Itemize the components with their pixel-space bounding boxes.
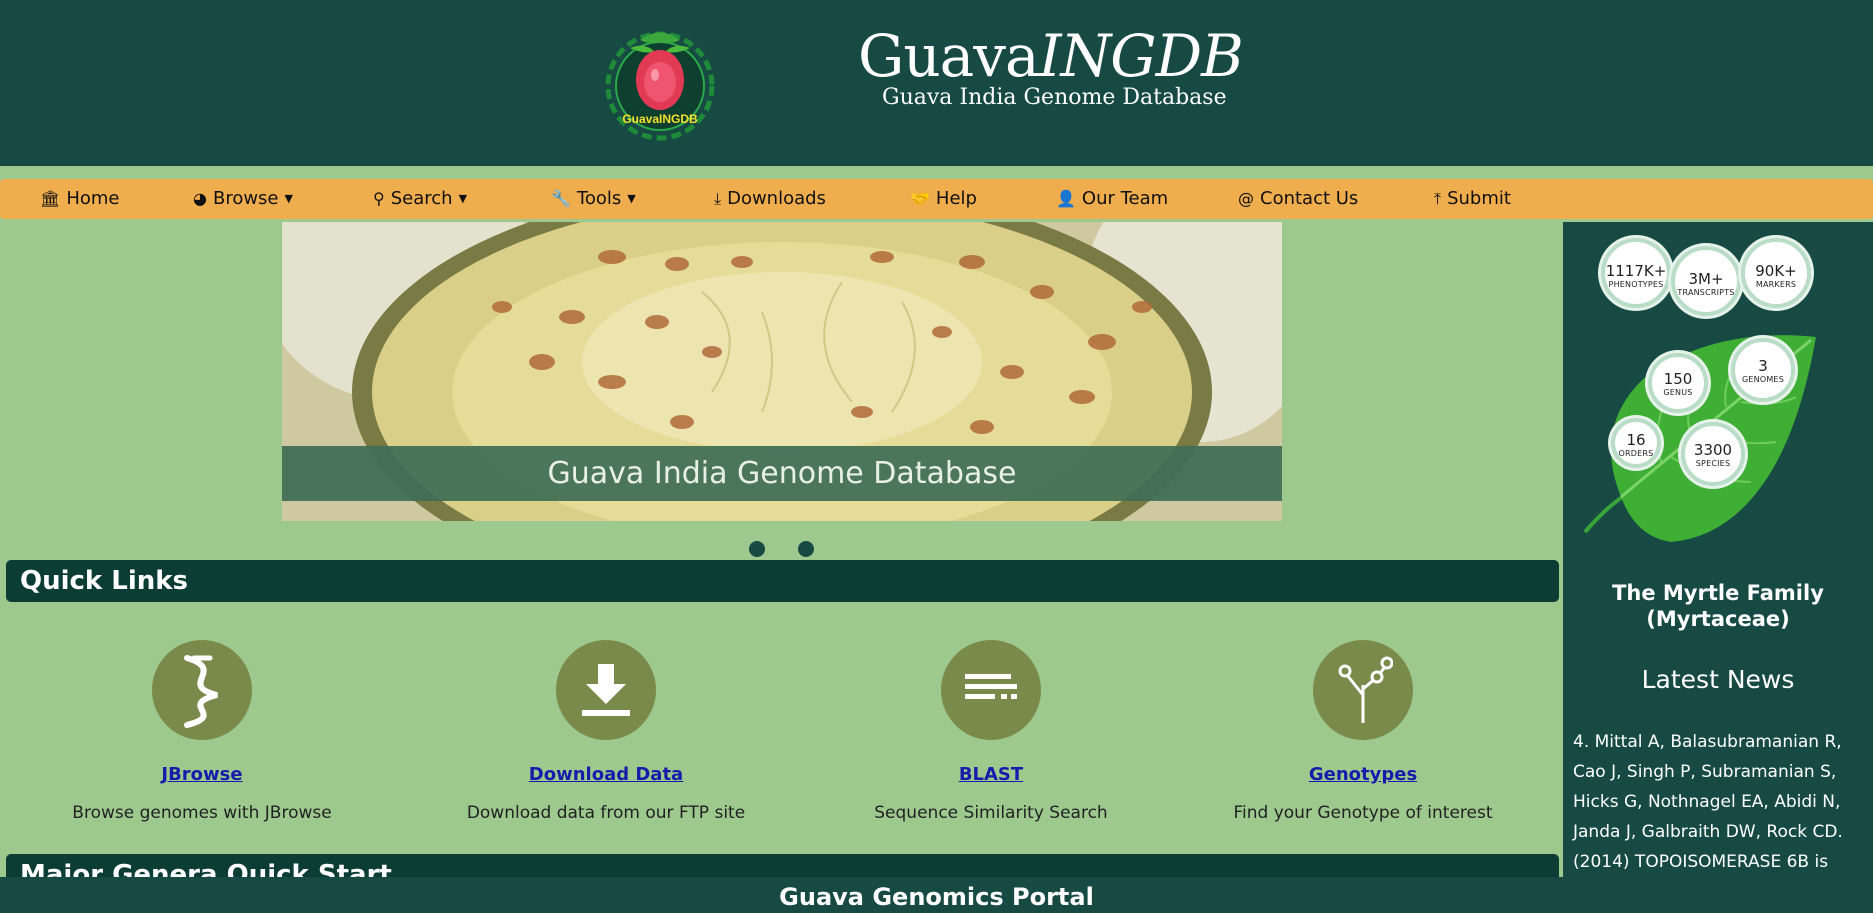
logo-text: GuavaINGDB xyxy=(622,112,698,126)
nav-browse-label: Browse xyxy=(212,188,279,209)
download-data-link[interactable]: Download Data xyxy=(456,764,756,785)
genotypes-link[interactable]: Genotypes xyxy=(1213,764,1513,785)
stat-species: 3300 SPECIES xyxy=(1681,422,1745,486)
stat-transcripts: 3M+ TRANSCRIPTS xyxy=(1671,246,1741,316)
bank-icon: 🏛 xyxy=(40,189,61,208)
carousel-indicator-1[interactable] xyxy=(749,541,765,557)
site-title-plain: Guava xyxy=(858,22,1040,90)
stat-orders: 16 ORDERS xyxy=(1611,418,1661,468)
stat-markers-value: 90K+ xyxy=(1755,262,1797,280)
genotypes-description: Find your Genotype of interest xyxy=(1233,803,1493,823)
stat-phenotypes: 1117K+ PHENOTYPES xyxy=(1601,238,1671,308)
nav-contact-us-label: Contact Us xyxy=(1260,188,1359,209)
quick-link-genotypes: Genotypes Find your Genotype of interest xyxy=(1213,640,1513,823)
stat-markers-label: MARKERS xyxy=(1755,280,1797,289)
quick-links-heading: Quick Links xyxy=(6,560,1559,602)
blast-description: Sequence Similarity Search xyxy=(874,803,1108,823)
myrtle-family-title: The Myrtle Family (Myrtaceae) xyxy=(1612,581,1824,631)
search-icon: ⚲ xyxy=(373,189,385,208)
nav-our-team[interactable]: 👤 Our Team xyxy=(1056,179,1168,219)
site-subtitle: Guava India Genome Database xyxy=(882,85,1227,110)
main-navbar: 🏛 Home ◕ Browse ▼ ⚲ Search ▼ 🔧 Tools ▼ ⤓ Downloa… xyxy=(0,179,1873,219)
download-data-description: Download data from our FTP site xyxy=(466,803,746,823)
site-title[interactable]: GuavaINGDB xyxy=(858,22,1244,90)
stat-orders-value: 16 xyxy=(1626,431,1646,449)
upload-icon: ⤒ xyxy=(1434,189,1442,208)
jbrowse-description: Browse genomes with JBrowse xyxy=(72,803,332,823)
tree-branch-icon[interactable] xyxy=(1313,640,1413,740)
download-icon: ⤓ xyxy=(714,189,722,208)
user-icon: 👤 xyxy=(1056,189,1076,208)
stat-transcripts-label: TRANSCRIPTS xyxy=(1677,288,1735,297)
globe-icon: ◕ xyxy=(193,189,207,208)
hero-carousel[interactable]: Guava India Genome Database xyxy=(282,222,1282,521)
download-icon[interactable] xyxy=(556,640,656,740)
caret-down-icon: ▼ xyxy=(284,192,293,205)
nav-tools-label: Tools xyxy=(576,188,622,209)
caret-down-icon: ▼ xyxy=(627,192,636,205)
quick-link-jbrowse: JBrowse Browse genomes with JBrowse xyxy=(52,640,352,823)
hands-helping-icon: 🤝 xyxy=(910,189,930,208)
stat-transcripts-value: 3M+ xyxy=(1688,270,1724,288)
nav-downloads-label: Downloads xyxy=(727,188,826,209)
quick-link-blast: BLAST Sequence Similarity Search xyxy=(841,640,1141,823)
footer-bar: Guava Genomics Portal xyxy=(0,877,1873,913)
guava-logo[interactable]: GuavaINGDB xyxy=(600,20,720,148)
site-title-italic: INGDB xyxy=(1038,22,1244,90)
nav-tools[interactable]: 🔧 Tools ▼ xyxy=(551,179,636,219)
nav-submit-label: Submit xyxy=(1447,188,1511,209)
nav-browse[interactable]: ◕ Browse ▼ xyxy=(193,179,293,219)
nav-downloads[interactable]: ⤓ Downloads xyxy=(714,179,826,219)
stat-orders-label: ORDERS xyxy=(1618,449,1654,458)
nav-submit[interactable]: ⤒ Submit xyxy=(1434,179,1511,219)
stat-species-value: 3300 xyxy=(1693,441,1733,459)
blast-link[interactable]: BLAST xyxy=(841,764,1141,785)
nav-search-label: Search xyxy=(390,188,453,209)
caret-down-icon: ▼ xyxy=(458,192,468,205)
stat-genomes-label: GENOMES xyxy=(1742,375,1784,384)
stat-genomes-value: 3 xyxy=(1758,357,1768,375)
latest-news-heading: Latest News xyxy=(1641,665,1795,694)
nav-our-team-label: Our Team xyxy=(1081,188,1169,209)
dna-icon[interactable] xyxy=(152,640,252,740)
nav-search[interactable]: ⚲ Search ▼ xyxy=(373,179,467,219)
wrench-icon: 🔧 xyxy=(551,189,571,208)
quick-link-download-data: Download Data Download data from our FTP… xyxy=(456,640,756,823)
stat-markers: 90K+ MARKERS xyxy=(1741,238,1811,308)
at-icon: @ xyxy=(1238,189,1254,208)
nav-help[interactable]: 🤝 Help xyxy=(910,179,977,219)
stat-genomes: 3 GENOMES xyxy=(1731,338,1795,402)
site-header: GuavaINGDB GuavaINGDB Guava India Genome… xyxy=(0,0,1873,166)
stat-phenotypes-label: PHENOTYPES xyxy=(1608,280,1664,289)
right-sidebar: 1117K+ PHENOTYPES 3M+ TRANSCRIPTS 90K+ M… xyxy=(1563,222,1873,913)
jbrowse-link[interactable]: JBrowse xyxy=(52,764,352,785)
stat-genus-value: 150 xyxy=(1663,370,1693,388)
stat-phenotypes-value: 1117K+ xyxy=(1605,262,1667,280)
carousel-caption: Guava India Genome Database xyxy=(282,446,1282,501)
nav-home[interactable]: 🏛 Home xyxy=(40,179,119,219)
stat-genus-label: GENUS xyxy=(1663,388,1693,397)
nav-help-label: Help xyxy=(935,188,977,209)
nav-home-label: Home xyxy=(66,188,120,209)
blast-lines-icon[interactable] xyxy=(941,640,1041,740)
nav-contact-us[interactable]: @ Contact Us xyxy=(1238,179,1358,219)
stat-species-label: SPECIES xyxy=(1695,459,1731,468)
stat-genus: 150 GENUS xyxy=(1648,353,1708,413)
carousel-indicator-2[interactable] xyxy=(798,541,814,557)
